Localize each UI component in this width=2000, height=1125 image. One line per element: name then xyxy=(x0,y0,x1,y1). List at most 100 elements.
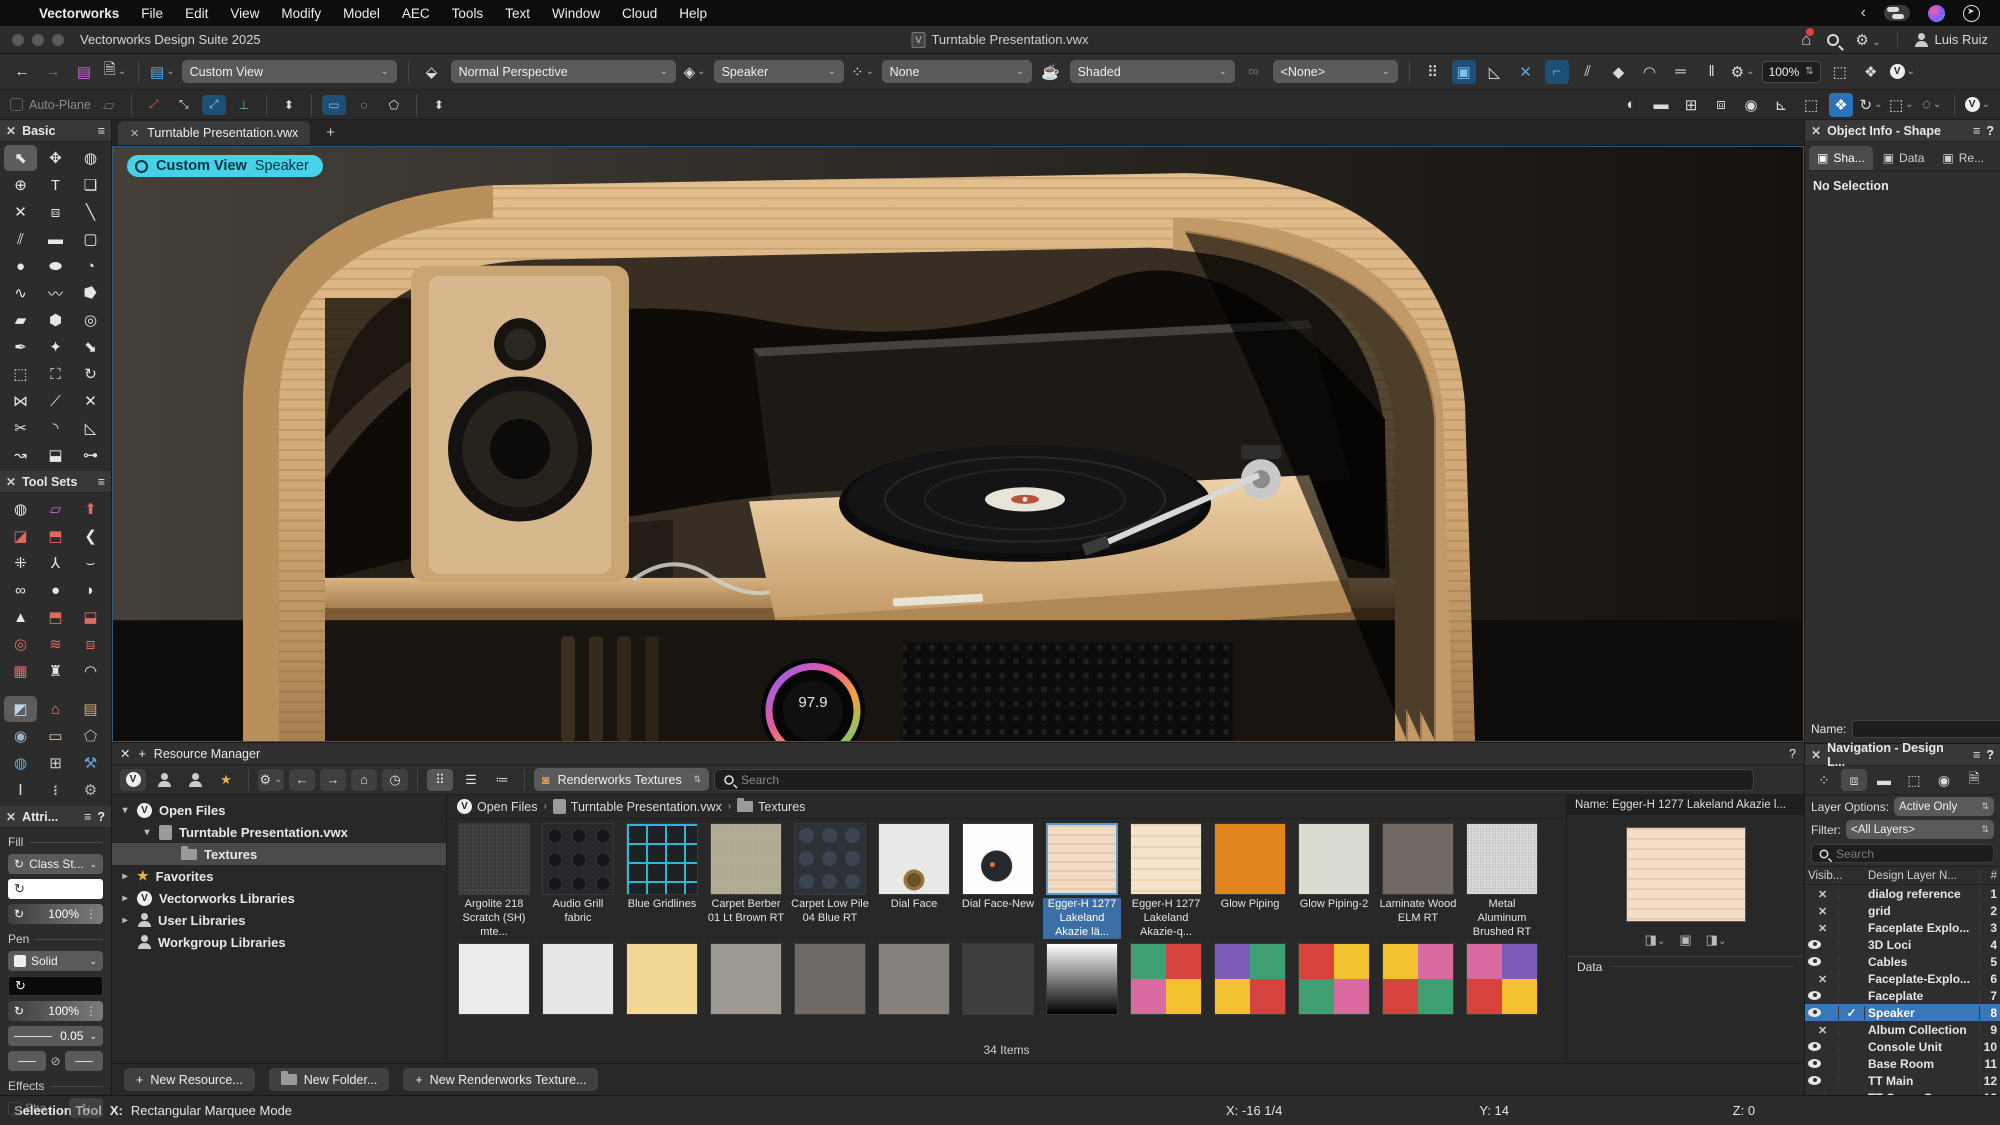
texture-tile[interactable] xyxy=(875,943,953,1015)
tree-item-turntable-presentation-vwx[interactable]: ▾Turntable Presentation.vwx xyxy=(112,821,446,843)
texture-tile[interactable]: Dial Face xyxy=(875,823,953,939)
rotate-tool[interactable]: ↻ xyxy=(74,361,107,387)
layer-visibility-cell[interactable]: ✕ xyxy=(1805,904,1839,918)
rectangular-marquee-button[interactable]: ▭ xyxy=(322,95,346,115)
render-style-icon[interactable]: ∞ xyxy=(1242,60,1266,84)
cube-red2[interactable]: ⬓ xyxy=(74,604,107,630)
rm-back-button[interactable]: ← xyxy=(289,769,315,791)
extrude-cube[interactable]: ⬒ xyxy=(39,523,72,549)
invert-colors-button[interactable]: ◐ xyxy=(1619,93,1643,117)
texture-tile[interactable]: Egger-H 1277 Lakeland Akazie-q... xyxy=(1127,823,1205,939)
popout-icon[interactable]: + xyxy=(138,747,145,761)
close-icon[interactable]: ✕ xyxy=(6,124,16,138)
hamburger-icon[interactable]: ≡ xyxy=(84,810,91,824)
3d-axis-mode-button[interactable]: ⊥ xyxy=(232,95,256,115)
zoom-tool[interactable]: ⊕ xyxy=(4,172,37,198)
class-icon-button[interactable]: ⁘⌄ xyxy=(851,60,875,84)
layers-search-input[interactable]: Search xyxy=(1811,844,1994,863)
projection-icon-button[interactable]: ⬙ xyxy=(420,60,444,84)
tree-item-vectorworks-libraries[interactable]: ▸VVectorworks Libraries xyxy=(112,887,446,909)
surface[interactable]: ⌣ xyxy=(74,550,107,576)
texture-tile[interactable]: Glow Piping xyxy=(1211,823,1289,939)
multiple-object-scaling-button[interactable]: ⤢ xyxy=(202,95,226,115)
loop[interactable]: ∞ xyxy=(4,577,37,603)
similar-selection-options-button[interactable]: ⬚⌄ xyxy=(1889,93,1914,117)
close-icon[interactable]: ✕ xyxy=(1811,748,1821,762)
push-pull[interactable]: ⬆ xyxy=(74,496,107,522)
help-icon[interactable]: ? xyxy=(97,810,105,824)
tangent-snap-button[interactable]: ⫽ xyxy=(1576,60,1600,84)
texture-tile[interactable] xyxy=(707,943,785,1015)
fill-opacity-slider[interactable]: ↻100%⋮ xyxy=(8,904,103,924)
hamburger-icon[interactable]: ≡ xyxy=(1973,748,1980,762)
menu-item-window[interactable]: Window xyxy=(541,6,611,21)
arc-snap-button[interactable]: ◠ xyxy=(1638,60,1662,84)
layer-visibility-cell[interactable] xyxy=(1805,1040,1839,1054)
render-style-dropdown[interactable]: <None>⌄ xyxy=(1273,60,1398,83)
end-marker-button[interactable] xyxy=(65,1051,103,1071)
smart-edge-button[interactable]: ⌐ xyxy=(1545,60,1569,84)
fill-color-swatch[interactable]: ↻ xyxy=(8,879,103,899)
cat-window[interactable]: ⊞ xyxy=(39,750,72,776)
double-line-tool[interactable]: ⫽ xyxy=(4,226,37,252)
view-dropdown[interactable]: Custom View⌄ xyxy=(182,60,397,83)
texture-tile[interactable] xyxy=(959,943,1037,1015)
drawing-viewport[interactable]: 97.9 Custom View Speaker xyxy=(112,146,1804,742)
smart-point-button[interactable]: ✕ xyxy=(1514,60,1538,84)
list-view-button[interactable]: ☰ xyxy=(458,769,484,791)
control-center-icon[interactable] xyxy=(1884,5,1910,21)
quad-tool[interactable]: ▰ xyxy=(4,307,37,333)
col-visibility[interactable]: Visib... xyxy=(1805,870,1839,882)
layer-row-faceplate[interactable]: Faceplate7 xyxy=(1805,987,2000,1004)
texture-tile[interactable]: Dial Face-New xyxy=(959,823,1037,939)
start-marker-button[interactable] xyxy=(8,1051,46,1071)
footer-button-new-resource-[interactable]: +New Resource... xyxy=(124,1068,255,1091)
reshape-tool[interactable]: ⬚ xyxy=(4,361,37,387)
grid-snap-button[interactable]: ⠿ xyxy=(1421,60,1445,84)
vectorworks-graphics-button[interactable]: V⌄ xyxy=(1965,93,1990,117)
fit-page-button[interactable]: ❖ xyxy=(1859,60,1883,84)
texture-tile[interactable]: Argolite 218 Scratch (SH) mte... xyxy=(455,823,533,939)
menu-item-view[interactable]: View xyxy=(219,6,270,21)
texture-tile[interactable] xyxy=(1127,943,1205,1015)
flyover-tool[interactable]: ◍ xyxy=(74,145,107,171)
pan-tool[interactable]: ✥ xyxy=(39,145,72,171)
shadow-checkbox[interactable] xyxy=(8,1102,21,1115)
close-tab-icon[interactable]: ✕ xyxy=(130,127,139,140)
menu-item-aec[interactable]: AEC xyxy=(391,6,441,21)
sphere[interactable]: ● xyxy=(39,577,72,603)
cat-machine[interactable]: ⚙ xyxy=(74,777,107,803)
texture-tile[interactable]: Blue Gridlines xyxy=(623,823,701,939)
render-icon-button[interactable]: ☕ xyxy=(1039,60,1063,84)
trim-tool[interactable]: ✕ xyxy=(74,388,107,414)
crop-visible-button[interactable]: ⬚ xyxy=(1799,93,1823,117)
polyline-tool[interactable]: 〰 xyxy=(39,280,72,306)
wand-tool[interactable]: ✦ xyxy=(39,334,72,360)
object-name-input[interactable] xyxy=(1852,720,2000,738)
layer-row-3d-loci[interactable]: 3D Loci4 xyxy=(1805,936,2000,953)
zoom-level-input[interactable]: 100%⇅ xyxy=(1762,61,1821,83)
grid-view-button[interactable]: ⠿ xyxy=(427,769,453,791)
back-button[interactable]: ← xyxy=(10,60,34,84)
object-snap-button[interactable]: ▣ xyxy=(1452,60,1476,84)
fillet-tool[interactable]: ◝ xyxy=(39,415,72,441)
eyedropper-tool[interactable]: ✒ xyxy=(4,334,37,360)
layer-row-speaker[interactable]: ✓Speaker8 xyxy=(1805,1004,2000,1021)
settings-menu[interactable]: ⚙ ⌄ xyxy=(1855,31,1880,49)
ghost-visibility-button[interactable]: ◌⌄ xyxy=(1920,93,1944,117)
breadcrumb-item[interactable]: VOpen Files xyxy=(457,799,537,814)
layer-visibility-cell[interactable]: ✕ xyxy=(1805,972,1839,986)
pause-snapping-button[interactable]: ‖ xyxy=(1700,60,1724,84)
menu-item-file[interactable]: File xyxy=(130,6,174,21)
texture-tile[interactable]: Carpet Low Pile 04 Blue RT xyxy=(791,823,869,939)
delete-tool[interactable]: ✕ xyxy=(4,199,37,225)
help-icon[interactable]: ? xyxy=(1986,748,1994,762)
texture-tile[interactable]: Egger-H 1277 Lakeland Akazie lä... xyxy=(1043,823,1121,939)
filter-dropdown[interactable]: <All Layers>⇅ xyxy=(1846,820,1994,839)
menu-item-help[interactable]: Help xyxy=(668,6,718,21)
close-icon[interactable]: ✕ xyxy=(6,475,16,489)
texture-tile[interactable] xyxy=(791,943,869,1015)
dome[interactable]: ◠ xyxy=(74,658,107,684)
cone[interactable]: ▲ xyxy=(4,604,37,630)
apply-texture-button[interactable]: ◨⌄ xyxy=(1645,932,1666,948)
